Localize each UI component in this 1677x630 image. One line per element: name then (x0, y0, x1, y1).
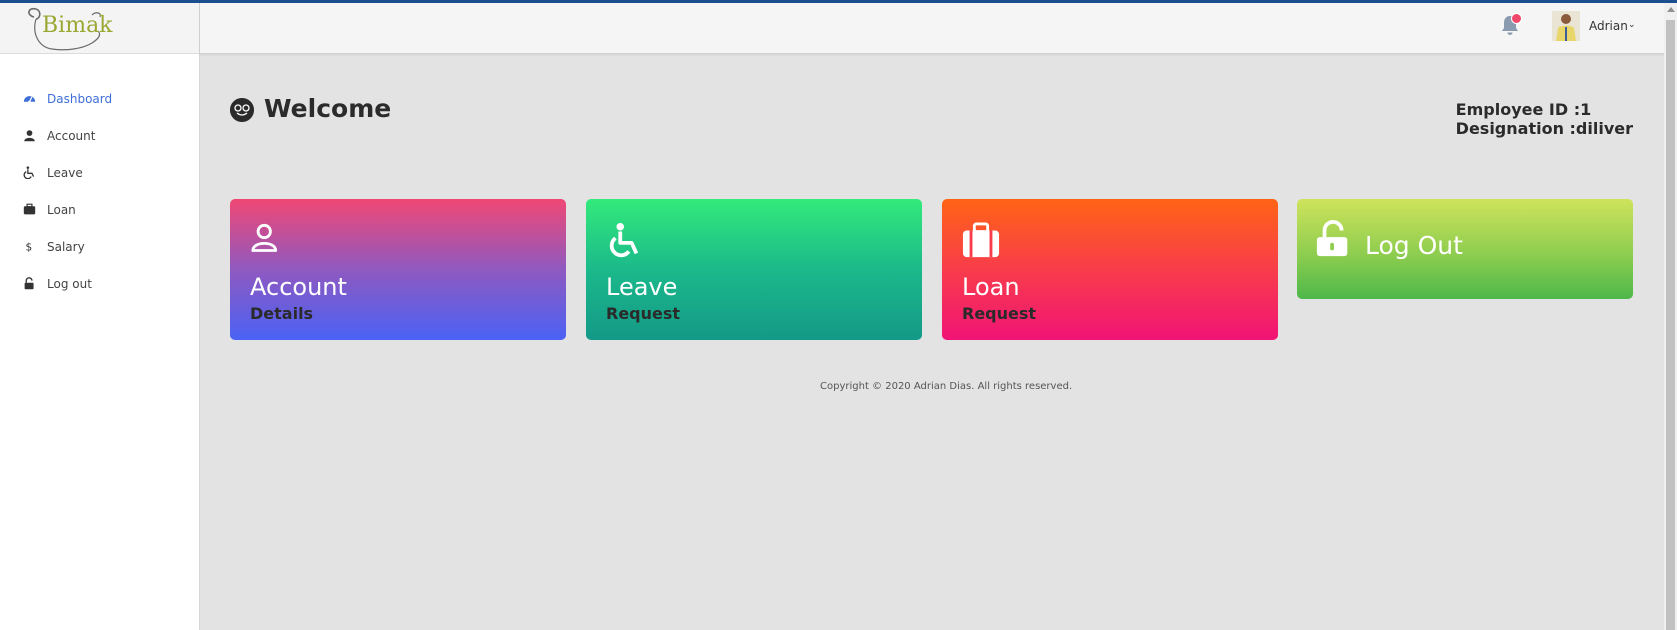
sidebar-item-dashboard[interactable]: Dashboard (0, 80, 199, 117)
sidebar-item-label: Dashboard (47, 91, 113, 106)
unlock-icon (22, 277, 36, 291)
user-icon (251, 223, 278, 252)
smile-icon (230, 98, 254, 122)
user-icon (22, 129, 36, 143)
account-details-card[interactable]: Account Details (230, 199, 566, 340)
leave-request-card[interactable]: Leave Request (586, 199, 922, 340)
employee-id: Employee ID :1 (1455, 100, 1592, 119)
unlock-icon (1316, 220, 1348, 257)
notification-badge (1511, 13, 1522, 24)
svg-text:$: $ (25, 242, 32, 253)
sidebar-nav: Dashboard Account Leave Loan $ Salary Lo… (0, 80, 199, 302)
scrollbar-thumb[interactable] (1666, 20, 1675, 630)
wheelchair-icon (22, 166, 36, 180)
sidebar-item-logout[interactable]: Log out (0, 265, 199, 302)
logo-text: Bimak (42, 13, 113, 38)
dollar-icon: $ (22, 240, 36, 254)
logout-card[interactable]: Log Out (1297, 199, 1633, 299)
card-title: Account (250, 273, 347, 301)
card-subtitle: Request (962, 304, 1037, 323)
briefcase-icon (22, 203, 36, 217)
sidebar-item-label: Leave (47, 165, 83, 180)
scrollbar[interactable] (1664, 3, 1677, 630)
card-subtitle: Details (250, 304, 314, 323)
briefcase-icon (962, 222, 1000, 258)
card-title: Log Out (1365, 231, 1463, 260)
sidebar-item-label: Salary (47, 239, 85, 254)
top-navbar (200, 3, 1664, 54)
card-title: Leave (606, 273, 678, 301)
card-subtitle: Request (606, 304, 681, 323)
user-name[interactable]: Adrian (1589, 19, 1628, 33)
employee-info: Employee ID :1 Designation :diliver (1456, 100, 1633, 138)
scroll-up-arrow-icon[interactable] (1667, 7, 1675, 12)
wheelchair-icon (609, 222, 639, 258)
dashboard-icon (22, 92, 36, 106)
sidebar-item-label: Log out (47, 276, 92, 291)
avatar[interactable] (1552, 11, 1580, 41)
sidebar-item-loan[interactable]: Loan (0, 191, 199, 228)
copyright-text: Copyright © 2020 Adrian Dias. All rights… (820, 381, 1073, 392)
loan-request-card[interactable]: Loan Request (942, 199, 1278, 340)
sidebar-item-label: Account (47, 128, 96, 143)
employee-designation: Designation :diliver (1455, 119, 1633, 138)
chevron-down-icon[interactable]: ⌄ (1628, 20, 1636, 30)
page-title: Welcome (264, 94, 392, 123)
sidebar-item-account[interactable]: Account (0, 117, 199, 154)
card-title: Loan (962, 273, 1020, 301)
sidebar-item-salary[interactable]: $ Salary (0, 228, 199, 265)
sidebar-item-label: Loan (47, 202, 76, 217)
sidebar-item-leave[interactable]: Leave (0, 154, 199, 191)
logo-area[interactable]: Bimak (0, 3, 199, 54)
sidebar: Bimak Dashboard Account Leave Loan $ Sal… (0, 3, 200, 630)
